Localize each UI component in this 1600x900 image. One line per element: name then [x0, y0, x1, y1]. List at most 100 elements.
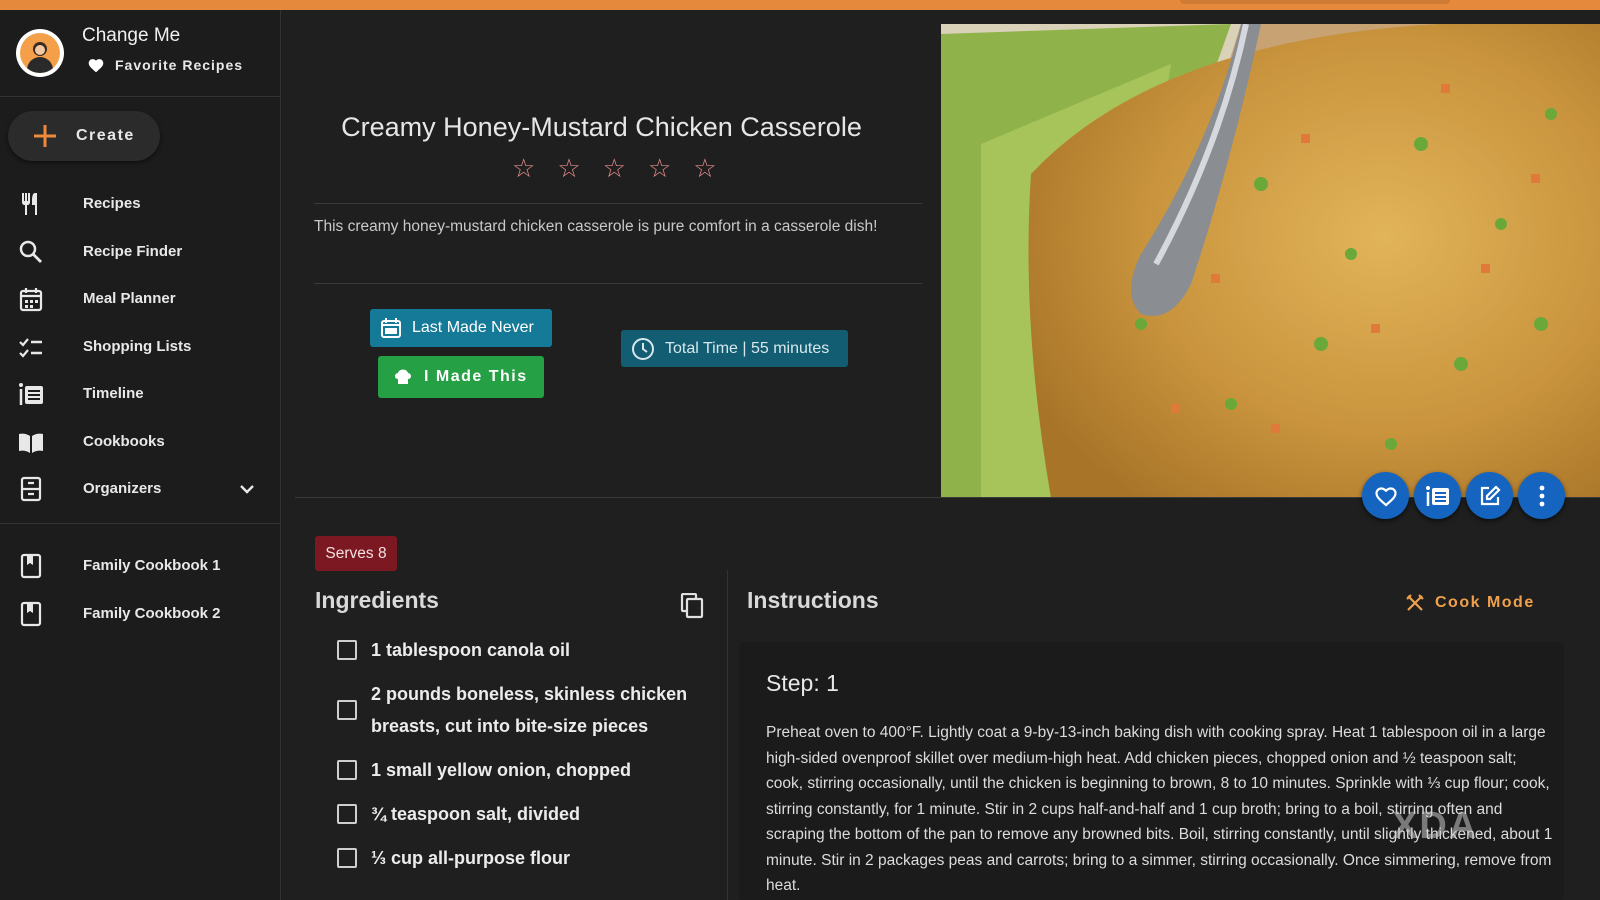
ingredient-text: 1 tablespoon canola oil: [371, 640, 571, 660]
checkbox[interactable]: [337, 848, 357, 868]
star-icon[interactable]: ☆: [557, 155, 580, 181]
sidebar-item-label: Timeline: [83, 385, 144, 403]
sidebar-item-label: Cookbooks: [83, 432, 165, 450]
sidebar-item-label: Recipe Finder: [83, 242, 183, 260]
sidebar-item-label: Recipes: [83, 195, 141, 213]
top-accent-bar: [0, 0, 1600, 10]
ingredient-text: ⅓ cup all-purpose flour: [371, 848, 571, 868]
recipe-description: This creamy honey-mustard chicken casser…: [314, 218, 878, 235]
sidebar-item-label: Shopping Lists: [83, 337, 192, 355]
checkbox[interactable]: [337, 700, 357, 720]
favorite-recipes-link[interactable]: Favorite Recipes: [87, 57, 243, 73]
ingredient-item[interactable]: ⅓ cup all-purpose flour: [337, 842, 717, 874]
heart-icon: [88, 59, 104, 73]
ingredient-text: ¾ teaspoon salt, divided: [371, 804, 581, 824]
more-vertical-icon: [1539, 485, 1544, 506]
sidebar-item-meal-planner[interactable]: Meal Planner: [0, 275, 281, 323]
sidebar-item-timeline[interactable]: Timeline: [0, 370, 281, 418]
sidebar-item-label: Family Cookbook 1: [83, 557, 221, 575]
cook-mode-label: Cook Mode: [1435, 594, 1535, 611]
recipe-main: Creamy Honey-Mustard Chicken Casserole ☆…: [282, 10, 1600, 900]
fork-knife-icon: [22, 193, 37, 215]
recipe-title: Creamy Honey-Mustard Chicken Casserole: [341, 112, 862, 142]
sidebar-nav: Recipes Recipe Finder Meal Planner Shopp…: [0, 180, 281, 513]
ingredient-item[interactable]: 1 small yellow onion, chopped: [337, 754, 717, 786]
sidebar-item-label: Family Cookbook 2: [83, 604, 221, 622]
total-time-badge: Total Time | 55 minutes: [621, 330, 848, 367]
calendar-icon: [19, 288, 43, 312]
divider: [314, 283, 922, 284]
rating-stars[interactable]: ☆ ☆ ☆ ☆ ☆: [512, 155, 717, 181]
star-icon[interactable]: ☆: [648, 155, 671, 181]
recipe-photo: [941, 24, 1600, 498]
ingredients-heading: Ingredients: [315, 587, 439, 613]
sidebar-item-shopping-lists[interactable]: Shopping Lists: [0, 323, 281, 371]
bookmark-book-icon: [20, 553, 42, 579]
search-icon: [19, 240, 42, 263]
sidebar-item-organizers[interactable]: Organizers: [0, 465, 281, 513]
recipe-action-buttons: [1362, 472, 1565, 519]
sidebar-item-label: Organizers: [83, 480, 162, 498]
timeline-icon: [1425, 485, 1449, 506]
checkbox[interactable]: [337, 760, 357, 780]
serves-badge: Serves 8: [315, 536, 397, 571]
timeline-icon: [19, 383, 43, 405]
checkbox[interactable]: [337, 804, 357, 824]
instructions-heading: Instructions: [747, 587, 879, 613]
star-icon[interactable]: ☆: [693, 155, 716, 181]
sidebar-item-recipes[interactable]: Recipes: [0, 180, 281, 228]
organizer-icon: [20, 476, 42, 502]
star-icon[interactable]: ☆: [603, 155, 626, 181]
create-button[interactable]: Create: [8, 111, 160, 161]
sidebar-item-recipe-finder[interactable]: Recipe Finder: [0, 228, 281, 276]
last-made-label: Last Made Never: [412, 319, 534, 336]
cookbook-list: Family Cookbook 1 Family Cookbook 2: [0, 542, 281, 637]
book-open-icon: [19, 433, 43, 453]
clock-icon: [632, 337, 654, 360]
ingredient-text: 1 small yellow onion, chopped: [371, 760, 632, 780]
checkbox[interactable]: [337, 640, 357, 660]
i-made-this-label: I Made This: [424, 368, 528, 385]
instruction-step-card[interactable]: Step: 1 Preheat oven to 400°F. Lightly c…: [739, 642, 1564, 900]
sidebar-item-family-cookbook-1[interactable]: Family Cookbook 1: [0, 542, 281, 590]
sidebar: Change Me Favorite Recipes Create Recipe…: [0, 10, 281, 900]
edit-button[interactable]: [1466, 472, 1513, 519]
edit-icon: [1480, 484, 1501, 505]
ingredient-item[interactable]: 2 pounds boneless, skinless chicken brea…: [337, 678, 717, 742]
cook-mode-button[interactable]: Cook Mode: [1405, 593, 1535, 613]
chevron-down-icon[interactable]: [238, 480, 256, 498]
bookmark-book-icon: [20, 601, 42, 626]
more-options-button[interactable]: [1518, 472, 1565, 519]
step-title: Step: 1: [766, 670, 839, 696]
sidebar-divider: [0, 523, 281, 524]
heart-outline-icon: [1374, 486, 1397, 506]
column-divider: [727, 570, 728, 900]
ingredient-list: 1 tablespoon canola oil 2 pounds boneles…: [337, 634, 717, 886]
sidebar-item-family-cookbook-2[interactable]: Family Cookbook 2: [0, 590, 281, 638]
ingredient-item[interactable]: 1 tablespoon canola oil: [337, 634, 717, 666]
ingredient-item[interactable]: ¾ teaspoon salt, divided: [337, 798, 717, 830]
avatar[interactable]: [16, 29, 64, 77]
i-made-this-button[interactable]: I Made This: [378, 356, 544, 398]
favorite-button[interactable]: [1362, 472, 1409, 519]
user-header: Change Me Favorite Recipes: [0, 10, 281, 97]
calendar-icon: [381, 318, 401, 338]
checklist-icon: [19, 337, 42, 358]
divider: [314, 203, 922, 204]
last-made-button[interactable]: Last Made Never: [370, 309, 552, 347]
add-to-timeline-button[interactable]: [1414, 472, 1461, 519]
utensils-cross-icon: [1406, 594, 1424, 611]
plus-icon: [34, 125, 56, 147]
chef-hat-icon: [395, 369, 411, 384]
ingredient-text: 2 pounds boneless, skinless chicken brea…: [371, 684, 688, 736]
copy-icon[interactable]: [680, 593, 704, 619]
favorite-recipes-label: Favorite Recipes: [115, 57, 244, 73]
create-label: Create: [76, 127, 135, 144]
xda-watermark: XDA: [1392, 805, 1479, 847]
top-bar-pill: [1180, 0, 1450, 4]
total-time-label: Total Time | 55 minutes: [665, 339, 830, 357]
star-icon[interactable]: ☆: [512, 155, 535, 181]
sidebar-item-cookbooks[interactable]: Cookbooks: [0, 418, 281, 466]
sidebar-item-label: Meal Planner: [83, 290, 176, 308]
user-name[interactable]: Change Me: [82, 25, 180, 47]
